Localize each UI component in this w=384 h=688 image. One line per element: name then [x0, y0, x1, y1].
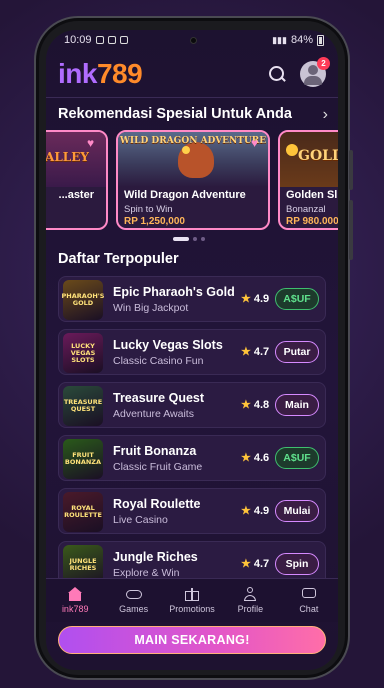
volume-button: [349, 150, 353, 190]
signal-icon: ▮▮▮: [272, 34, 287, 45]
app-header: ink789 2: [46, 50, 338, 98]
user-icon: [242, 587, 258, 601]
heart-icon[interactable]: ♥: [87, 137, 98, 149]
game-rating: ★ 4.9: [241, 292, 270, 306]
nav-ink789[interactable]: ink789: [46, 579, 104, 622]
list-item[interactable]: ROYAL ROULETTE Royal Roulette Live Casino ★…: [58, 488, 326, 534]
card-title: ...aster: [58, 189, 94, 201]
star-icon: ★: [241, 293, 251, 305]
bottom-nav: ink789 Games Promotions Profile Chat: [46, 578, 338, 622]
game-rating: ★ 4.7: [241, 345, 270, 359]
game-description: Adventure Awaits: [113, 408, 194, 420]
notification-icon: [95, 36, 104, 44]
star-icon: ★: [241, 558, 251, 570]
game-description: Classic Casino Fun: [113, 355, 204, 367]
carousel-card[interactable]: ALLEY ♥ ...aster: [46, 130, 108, 230]
power-button: [349, 200, 353, 260]
game-description: Win Big Jackpot: [113, 302, 189, 314]
nav-label: Chat: [299, 604, 319, 614]
nav-profile[interactable]: Profile: [221, 579, 279, 622]
game-rating: ★ 4.6: [241, 451, 270, 465]
game-name: Lucky Vegas Slots: [113, 338, 223, 352]
game-rating: ★ 4.8: [241, 398, 270, 412]
recommendations-title: Rekomendasi Spesial Untuk Anda: [58, 106, 292, 122]
chat-icon: [301, 587, 317, 601]
pagination-dot-active[interactable]: [173, 237, 189, 241]
game-action-button[interactable]: Putar: [275, 341, 319, 363]
game-thumbnail: ROYAL ROULETTE: [63, 492, 103, 532]
nav-label: Promotions: [169, 604, 215, 614]
game-thumbnail: PHARAOH'S GOLD: [62, 280, 104, 320]
card-title: Golden Sl...: [286, 189, 338, 201]
game-thumbnail: TREASURE QUEST: [63, 386, 103, 426]
game-action-button[interactable]: A$UF: [275, 447, 319, 469]
heart-icon[interactable]: ♥: [251, 137, 262, 149]
game-action-button[interactable]: Spin: [275, 553, 319, 575]
gift-icon: [184, 587, 200, 601]
list-item[interactable]: LUCKY VEGAS SLOTS Lucky Vegas Slots Classi…: [58, 329, 326, 375]
carousel-pagination[interactable]: [173, 237, 205, 241]
game-action-button[interactable]: Main: [275, 394, 319, 416]
carousel-card[interactable]: GOLD Golden Sl... Bonanzal RP 980.000: [278, 130, 338, 230]
list-item[interactable]: FRUIT BONANZA Fruit Bonanza Classic Fruit …: [58, 435, 326, 481]
pagination-dot[interactable]: [193, 237, 197, 241]
status-time: 10:09: [64, 34, 92, 46]
card-title: Wild Dragon Adventure: [124, 189, 246, 201]
card-price: RP 980.000: [286, 216, 338, 227]
pagination-dot[interactable]: [201, 237, 205, 241]
game-name: Treasure Quest: [113, 391, 205, 405]
play-now-button[interactable]: MAIN SEKARANG!: [58, 626, 326, 654]
game-description: Live Casino: [113, 514, 168, 526]
nav-label: Games: [119, 604, 149, 614]
game-description: Classic Fruit Game: [113, 461, 203, 473]
gamepad-icon: [125, 587, 142, 601]
nav-promotions[interactable]: Promotions: [163, 579, 221, 622]
app-notification-icon: [119, 36, 128, 44]
game-action-button[interactable]: A$UF: [275, 288, 319, 310]
nav-label: Profile: [237, 604, 264, 614]
game-name: Jungle Riches: [113, 550, 198, 564]
game-thumbnail: LUCKY VEGAS SLOTS: [63, 333, 103, 373]
nav-games[interactable]: Games: [104, 579, 162, 622]
avatar[interactable]: 2: [300, 56, 330, 87]
game-rating: ★ 4.9: [241, 504, 270, 518]
app-notification-icon: [107, 36, 116, 44]
nav-chat[interactable]: Chat: [280, 579, 338, 622]
game-action-button[interactable]: Mulai: [275, 500, 319, 522]
battery-percent: 84%: [290, 34, 313, 46]
app-screen: 10:09 ▮▮▮ 84% ink789 2 Rekomendasi Spesi…: [46, 30, 338, 670]
star-icon: ★: [241, 452, 251, 464]
star-icon: ★: [241, 505, 251, 517]
card-price: RP 1,250,000: [124, 216, 185, 227]
recommendation-carousel[interactable]: ALLEY ♥ ...aster WILD DRAGON ADVENTURE ♥…: [46, 130, 338, 230]
card-subtitle: Spin to Win: [124, 204, 173, 215]
star-icon: ★: [241, 399, 251, 411]
list-item[interactable]: TREASURE QUEST Treasure Quest Adventure Aw…: [58, 382, 326, 428]
app-logo[interactable]: ink789: [58, 58, 143, 90]
carousel-card[interactable]: WILD DRAGON ADVENTURE ♥ Wild Dragon Adve…: [116, 130, 270, 230]
list-item[interactable]: PHARAOH'S GOLD Epic Pharaoh's Gold Win Big…: [58, 276, 326, 322]
game-name: Royal Roulette: [113, 497, 201, 511]
game-name: Fruit Bonanza: [113, 444, 197, 458]
chevron-right-icon[interactable]: ›: [323, 106, 328, 124]
game-thumbnail: FRUIT BONANZA: [63, 439, 103, 479]
battery-icon: [317, 34, 324, 46]
game-rating: ★ 4.7: [241, 557, 270, 571]
nav-label: ink789: [61, 604, 89, 614]
star-icon: ★: [241, 346, 251, 358]
search-icon[interactable]: [268, 65, 286, 83]
camera-cutout: [190, 37, 197, 44]
card-subtitle: Bonanzal: [286, 204, 326, 215]
game-name: Epic Pharaoh's Gold: [113, 285, 235, 299]
home-icon: [67, 587, 83, 601]
popular-title: Daftar Terpopuler: [58, 251, 179, 267]
notification-badge: 2: [317, 56, 330, 70]
